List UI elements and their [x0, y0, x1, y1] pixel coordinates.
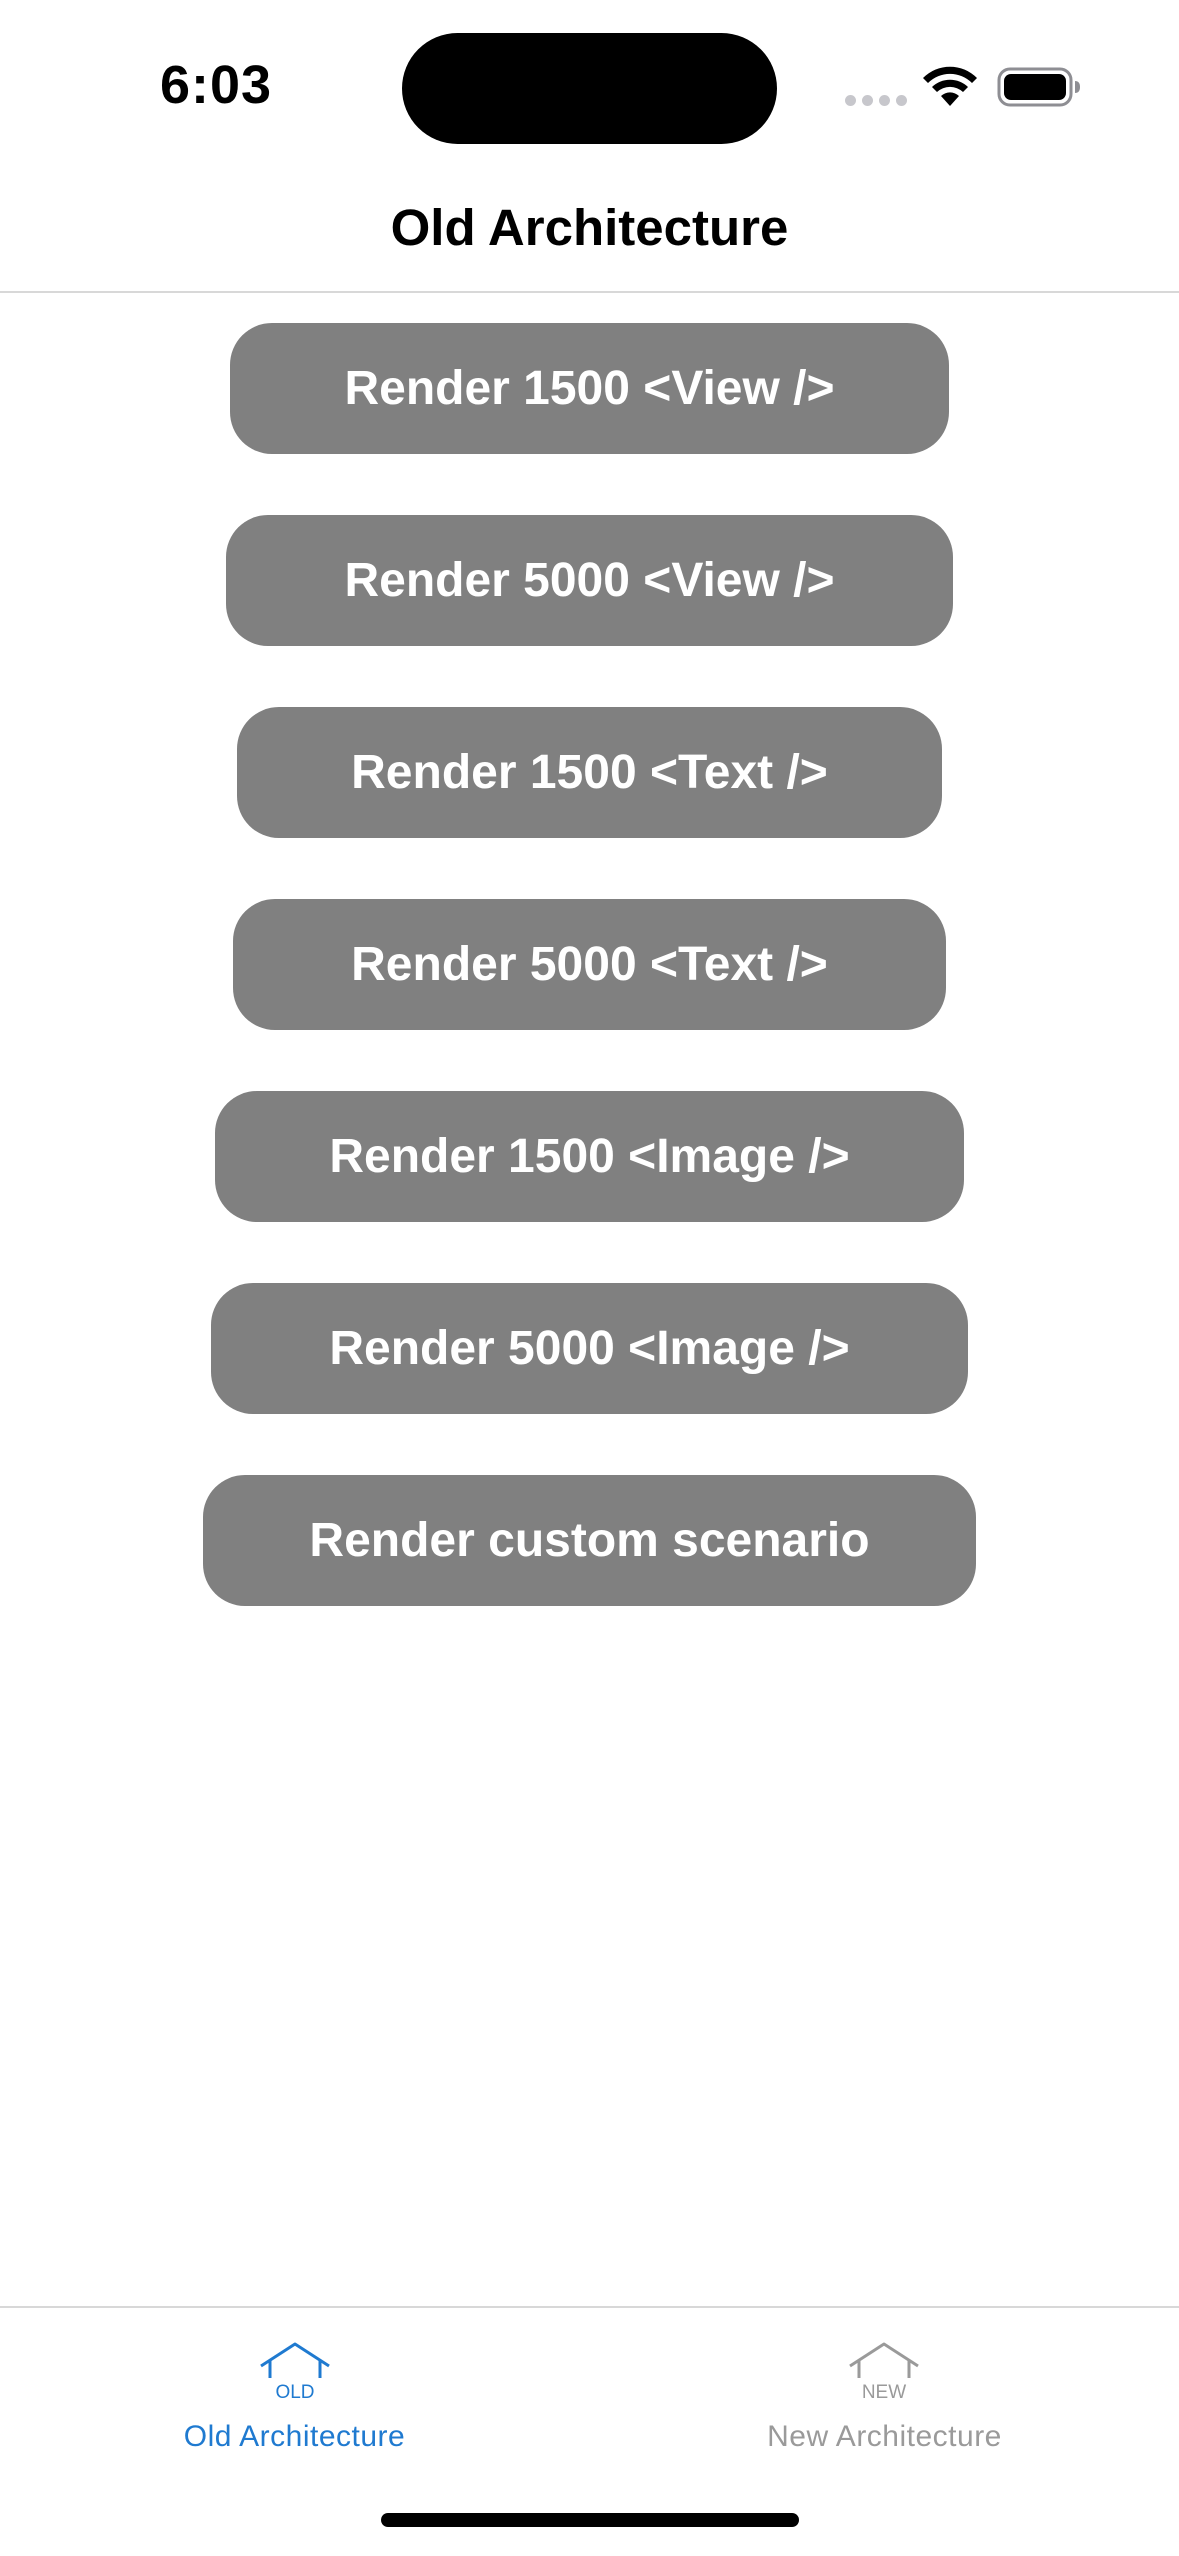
render-custom-scenario-button[interactable]: Render custom scenario [203, 1475, 976, 1606]
cellular-signal-icon [845, 95, 907, 106]
house-icon: OLD [255, 2338, 335, 2408]
house-icon: NEW [844, 2338, 924, 2408]
tab-new-architecture[interactable]: NEW New Architecture [590, 2308, 1179, 2468]
render-1500-view-button[interactable]: Render 1500 <View /> [230, 323, 949, 454]
tab-icon-label: NEW [861, 2382, 907, 2403]
tab-old-architecture[interactable]: OLD Old Architecture [0, 2308, 589, 2468]
navigation-header: Old Architecture [0, 170, 1179, 293]
battery-icon [997, 67, 1080, 107]
status-time: 6:03 [160, 55, 273, 115]
dynamic-island [402, 33, 777, 144]
render-1500-text-button[interactable]: Render 1500 <Text /> [237, 707, 942, 838]
status-bar: 6:03 [0, 0, 1179, 170]
render-5000-view-button[interactable]: Render 5000 <View /> [226, 515, 953, 646]
tab-label: New Architecture [767, 2420, 1002, 2453]
render-1500-image-button[interactable]: Render 1500 <Image /> [215, 1091, 964, 1222]
tab-label: Old Architecture [183, 2420, 406, 2453]
home-indicator[interactable] [381, 2513, 799, 2527]
wifi-icon [923, 66, 977, 106]
render-5000-text-button[interactable]: Render 5000 <Text /> [233, 899, 946, 1030]
page-title: Old Architecture [390, 199, 789, 256]
render-5000-image-button[interactable]: Render 5000 <Image /> [211, 1283, 968, 1414]
tab-icon-label: OLD [275, 2382, 315, 2403]
